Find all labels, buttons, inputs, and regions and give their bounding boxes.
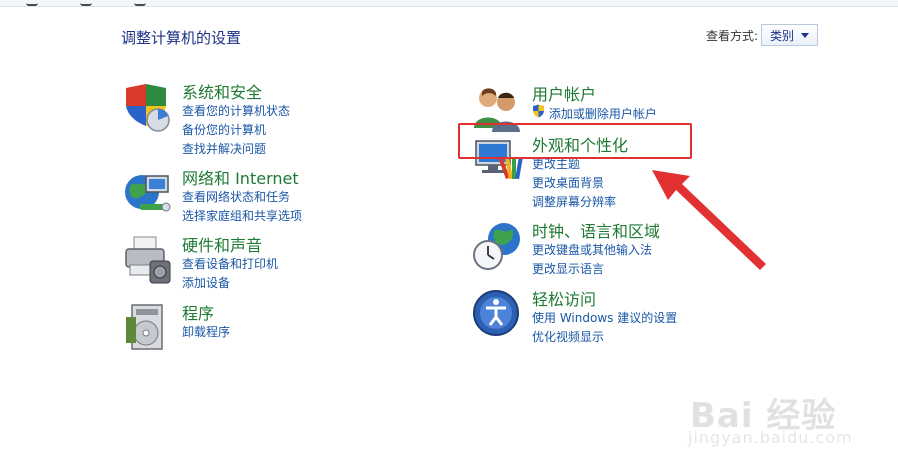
link-homegroup-sharing[interactable]: 选择家庭组和共享选项 (182, 207, 302, 226)
chevron-down-icon (801, 33, 809, 38)
link-optimize-video-display[interactable]: 优化视频显示 (532, 328, 677, 347)
page-title: 调整计算机的设置 (121, 29, 242, 47)
category-title-user-accounts[interactable]: 用户帐户 (532, 81, 596, 105)
link-add-device[interactable]: 添加设备 (182, 274, 278, 293)
link-uninstall-program[interactable]: 卸载程序 (182, 323, 230, 342)
printer-icon (125, 236, 171, 284)
ease-of-access-icon (473, 290, 519, 336)
annotation-highlight-box (458, 123, 692, 159)
link-change-display-language[interactable]: 更改显示语言 (532, 260, 652, 279)
network-globe-icon (125, 175, 171, 212)
toolbar-stub-3 (134, 0, 146, 6)
link-add-remove-accounts[interactable]: 添加或删除用户帐户 (532, 104, 657, 124)
link-change-desktop-background[interactable]: 更改桌面背景 (532, 174, 616, 193)
view-by-value: 类别 (770, 28, 795, 43)
category-title-network-internet[interactable]: 网络和 Internet (182, 165, 299, 189)
view-by-label: 查看方式: (706, 29, 759, 43)
programs-icon (126, 304, 163, 350)
category-title-hardware-sound[interactable]: 硬件和声音 (182, 232, 262, 256)
category-title-system-security[interactable]: 系统和安全 (182, 79, 262, 103)
link-use-windows-recommended[interactable]: 使用 Windows 建议的设置 (532, 309, 677, 328)
watermark-url: jingyan.baidu.com (688, 428, 853, 447)
annotation-arrow-icon (652, 170, 766, 270)
clock-globe-icon (473, 223, 520, 270)
toolbar-stub-2 (80, 0, 92, 6)
view-by-dropdown[interactable]: 类别 (761, 24, 818, 46)
toolbar-stub-1 (26, 0, 38, 6)
link-backup-computer[interactable]: 备份您的计算机 (182, 121, 290, 140)
link-view-computer-status[interactable]: 查看您的计算机状态 (182, 102, 290, 121)
uac-shield-icon (533, 104, 544, 118)
link-add-remove-accounts-label: 添加或删除用户帐户 (548, 107, 657, 121)
category-title-ease-of-access[interactable]: 轻松访问 (532, 286, 596, 310)
window-top-strip (0, 0, 898, 7)
link-devices-printers[interactable]: 查看设备和打印机 (182, 255, 278, 274)
link-adjust-resolution[interactable]: 调整屏幕分辨率 (532, 193, 616, 212)
baidu-watermark: Bai 经验 jingyan.baidu.com (680, 370, 890, 460)
shield-icon (126, 84, 170, 132)
link-view-network-status[interactable]: 查看网络状态和任务 (182, 188, 302, 207)
link-find-fix-problems[interactable]: 查找并解决问题 (182, 140, 290, 159)
link-change-keyboard-input[interactable]: 更改键盘或其他输入法 (532, 241, 652, 260)
category-title-programs[interactable]: 程序 (182, 300, 214, 324)
